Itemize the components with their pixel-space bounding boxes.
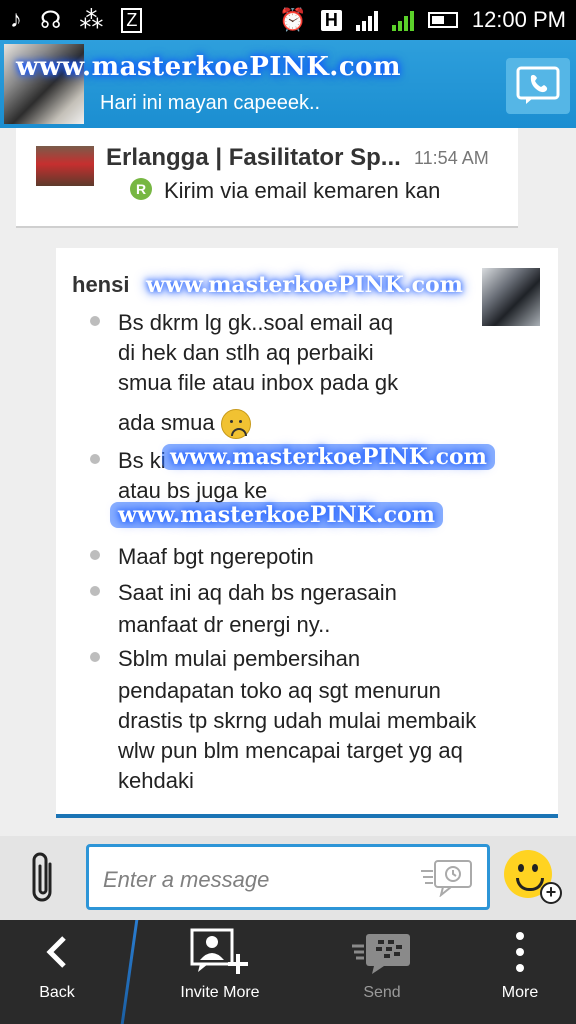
message-line: drastis tp skrng udah mulai membaik: [118, 708, 477, 733]
status-bar: ♪ ☊ ⁂ Z ⏰ H 12:00 PM: [0, 0, 576, 40]
sender-avatar[interactable]: [482, 268, 540, 326]
message-line: Bs dkrm lg gk..soal email aq: [118, 310, 394, 335]
paperclip-icon: [32, 852, 52, 902]
bullet-icon: [90, 454, 100, 464]
back-label: Back: [39, 984, 75, 1001]
message-line: Sblm mulai pembersihan: [118, 646, 361, 671]
bullet-icon: [90, 550, 100, 560]
bullet-icon: [90, 652, 100, 662]
back-button[interactable]: Back: [0, 920, 114, 1024]
message-line: pendapatan toko aq sgt menurun: [118, 678, 441, 703]
status-time: 12:00 PM: [471, 7, 566, 32]
message-line: wlw pun blm mencapai target yg aq: [118, 738, 463, 763]
more-button[interactable]: More: [470, 920, 570, 1024]
chat-name: Erlangga | Fasilitator Sp...: [106, 144, 401, 171]
phone-icon: [516, 66, 560, 104]
bar-divider: [120, 920, 139, 1024]
read-status-icon: R: [130, 178, 152, 200]
headset-icon: ☊: [40, 6, 62, 34]
music-note-icon: ♪: [10, 6, 22, 33]
battery-icon: [427, 12, 458, 28]
more-label: More: [501, 984, 539, 1001]
network-type-icon: H: [320, 9, 342, 31]
invite-contact-icon: [190, 928, 248, 974]
message-composer: Enter a message +: [0, 836, 576, 920]
message-line: Maaf bgt ngerepotin: [118, 544, 314, 569]
message-watermark-1: www.masterkoePINK.com: [146, 272, 463, 298]
blackberry-icon: ⁂: [79, 6, 104, 34]
message-text: ada smua: [118, 410, 215, 435]
message-watermark-3: www.masterkoePINK.com: [110, 502, 443, 528]
message-watermark-2: www.masterkoePINK.com: [162, 444, 495, 470]
chat-preview: Kirim via email kemaren kan: [164, 178, 441, 203]
signal-icon: [355, 9, 378, 31]
send-button[interactable]: Send: [326, 920, 438, 1024]
speech-bubble-icon: [421, 860, 472, 898]
header-watermark: www.masterkoePINK.com: [16, 52, 402, 82]
group-avatar: [36, 146, 94, 186]
bottom-action-bar: Back Invite More Send More: [0, 920, 576, 1024]
alarm-icon: ⏰: [279, 7, 307, 32]
bullet-icon: [90, 316, 100, 326]
status-message: Hari ini mayan capeeek..: [100, 92, 321, 114]
send-bbm-icon: [352, 934, 410, 974]
send-label: Send: [363, 984, 401, 1001]
more-dots-icon: [516, 932, 524, 972]
message-line: Bs ki: [118, 448, 166, 473]
call-button[interactable]: [506, 58, 570, 114]
message-line: Saat ini aq dah bs ngerasain: [118, 580, 397, 605]
message-line: ada smua: [118, 408, 251, 440]
message-line: di hek dan stlh aq perbaiki: [118, 340, 374, 365]
message-line: kehdaki: [118, 768, 194, 793]
z-icon: Z: [121, 7, 143, 33]
sender-name: hensi: [72, 272, 130, 297]
signal-2-icon: [391, 9, 414, 31]
chat-time: 11:54 AM: [414, 148, 489, 168]
message-panel: hensi www.masterkoePINK.com Bs dkrm lg g…: [56, 248, 558, 818]
sad-face-icon: [220, 409, 251, 440]
message-line: manfaat dr energi ny..: [118, 612, 331, 637]
message-input[interactable]: Enter a message: [86, 844, 490, 910]
message-line: smua file atau inbox pada gk: [118, 370, 399, 395]
message-placeholder: Enter a message: [103, 867, 270, 892]
attach-button[interactable]: [28, 850, 58, 911]
add-icon[interactable]: +: [540, 882, 562, 904]
back-chevron-icon: [46, 936, 66, 968]
sticker-button[interactable]: [419, 857, 475, 902]
invite-more-label: Invite More: [180, 984, 260, 1001]
chat-list-item[interactable]: Erlangga | Fasilitator Sp... 11:54 AM R …: [16, 128, 518, 228]
invite-more-button[interactable]: Invite More: [150, 920, 290, 1024]
chat-header: www.masterkoePINK.com Hari ini mayan cap…: [0, 40, 576, 128]
bullet-icon: [90, 586, 100, 596]
